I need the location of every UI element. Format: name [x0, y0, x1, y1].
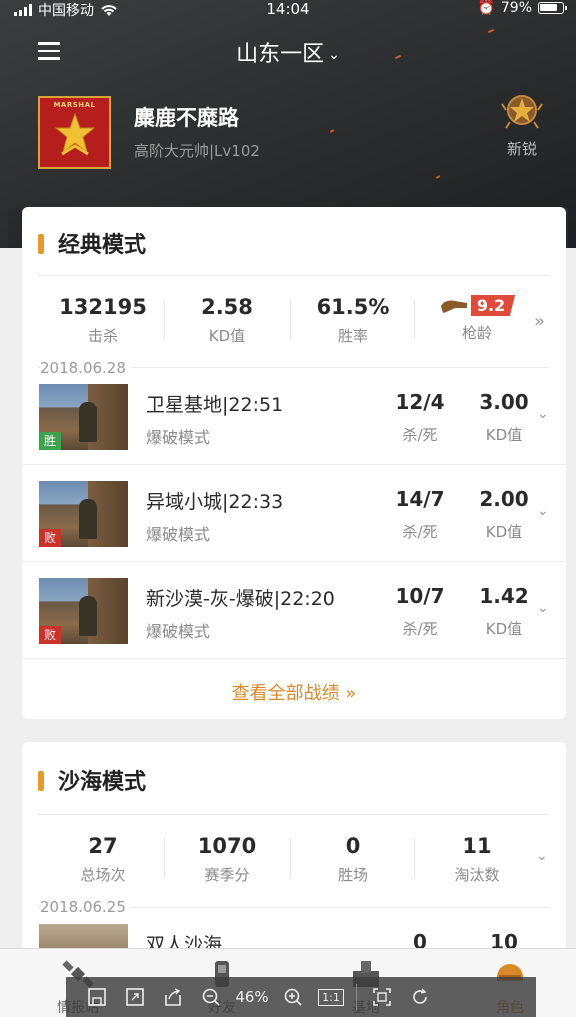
server-selector[interactable]: 山东一区 ⌄: [0, 36, 576, 68]
desert-mode-title: 沙海模式: [38, 764, 146, 796]
actual-size-label: 1:1: [318, 988, 344, 1006]
avatar[interactable]: MARSHAL: [38, 96, 111, 169]
fit-screen-icon[interactable]: [363, 977, 401, 1017]
match-kd-value: 3.00: [479, 390, 529, 414]
result-tag: 败: [39, 626, 61, 644]
result-tag: 胜: [39, 432, 61, 450]
player-rank: 高阶大元帅|Lv102: [134, 142, 260, 160]
stat-winrate: 61.5% 胜率: [316, 295, 390, 345]
match-row[interactable]: 败 异域小城|22:33 爆破模式 14/7 杀/死 2.00 KD值 ⌄: [22, 465, 566, 562]
desert-mode-card: 沙海模式 27 总场次 1070 赛季分 0 胜场 11 淘汰数 ⌄ 2018.06.2…: [22, 742, 566, 982]
stat-kills: 132195 击杀: [59, 295, 147, 345]
chevron-down-icon[interactable]: ⌄: [536, 848, 548, 864]
rank-badge[interactable]: 新锐: [496, 88, 548, 159]
stat-wins: 0 胜场: [337, 834, 368, 884]
chevron-down-icon[interactable]: ⌄: [537, 406, 549, 422]
zoom-out-icon[interactable]: [192, 977, 230, 1017]
match-mode: 爆破模式: [146, 428, 211, 447]
status-bar: 中国移动 14:04 ⏰ 79%: [0, 0, 576, 19]
gun-age-value: 9.2: [470, 295, 516, 316]
share-icon[interactable]: [154, 977, 192, 1017]
chevron-down-icon[interactable]: ⌄: [537, 503, 549, 519]
match-map: 新沙漠-灰-爆破|22:20: [146, 588, 335, 610]
match-kills-deaths: 14/7: [395, 487, 445, 511]
divider: [38, 814, 548, 815]
title-marker: [38, 771, 44, 791]
image-viewer-toolbar: 46% 1:1: [66, 977, 536, 1017]
chevron-down-icon[interactable]: ⌄: [537, 600, 549, 616]
classic-mode-title: 经典模式: [38, 227, 146, 259]
stat-total-matches: 27 总场次: [80, 834, 126, 884]
avatar-rank-label: MARSHAL: [53, 101, 96, 109]
zoom-level: 46%: [235, 988, 269, 1006]
kd-value-label: KD值: [485, 426, 523, 444]
kills-deaths-label: 杀/死: [402, 523, 438, 541]
stat-gun-age: 9.2 枪龄: [414, 295, 540, 343]
save-icon[interactable]: [78, 977, 116, 1017]
match-kills-deaths: 10/7: [395, 584, 445, 608]
spark-decoration: [487, 28, 495, 34]
badge-label: 新锐: [506, 140, 537, 158]
kd-value-label: KD值: [485, 620, 523, 638]
result-tag: 败: [39, 529, 61, 547]
divider: [38, 275, 548, 276]
match-row[interactable]: 胜 卫星基地|22:51 爆破模式 12/4 杀/死 3.00 KD值 ⌄: [22, 368, 566, 465]
gun-icon: [440, 300, 467, 313]
actual-size-button[interactable]: 1:1: [312, 977, 350, 1017]
map-thumbnail: 胜: [39, 384, 128, 450]
stat-season-score: 1070 赛季分: [197, 834, 257, 884]
battery-icon: [538, 2, 567, 14]
stat-kd: 2.58 KD值: [201, 295, 253, 345]
match-mode: 爆破模式: [146, 622, 211, 641]
title-marker: [38, 234, 44, 254]
rotate-icon[interactable]: [401, 977, 439, 1017]
match-kd-value: 2.00: [479, 487, 529, 511]
player-name: 麋鹿不糜路: [134, 106, 239, 130]
map-thumbnail: 败: [39, 481, 128, 547]
spark-decoration: [329, 129, 335, 133]
chevron-right-icon[interactable]: »: [534, 311, 545, 332]
classic-mode-card: 经典模式 132195 击杀 2.58 KD值 61.5% 胜率 9.2 枪龄 » 2…: [22, 207, 566, 719]
view-all-records-link[interactable]: 查看全部战绩 »: [22, 679, 566, 705]
kd-value-label: KD值: [485, 523, 523, 541]
match-mode: 爆破模式: [146, 525, 211, 544]
match-row[interactable]: 败 新沙漠-灰-爆破|22:20 爆破模式 10/7 杀/死 1.42 KD值 …: [22, 562, 566, 659]
zoom-in-icon[interactable]: [274, 977, 312, 1017]
chevron-down-icon: ⌄: [328, 47, 340, 63]
match-map: 异域小城|22:33: [146, 491, 284, 513]
expand-icon[interactable]: [116, 977, 154, 1017]
stat-eliminations: 11 淘汰数: [454, 834, 500, 884]
map-thumbnail: 败: [39, 578, 128, 644]
badge-icon: [501, 95, 543, 129]
battery-percent: 79%: [500, 0, 532, 16]
kills-deaths-label: 杀/死: [402, 426, 438, 444]
marshal-star-icon: [54, 112, 96, 156]
spark-decoration: [435, 175, 441, 179]
match-map: 卫星基地|22:51: [146, 394, 284, 416]
alarm-icon: ⏰: [477, 0, 495, 16]
divider: [356, 984, 357, 1010]
match-kills-deaths: 12/4: [395, 390, 445, 414]
server-name: 山东一区: [236, 42, 325, 67]
kills-deaths-label: 杀/死: [402, 620, 438, 638]
match-kd-value: 1.42: [479, 584, 529, 608]
